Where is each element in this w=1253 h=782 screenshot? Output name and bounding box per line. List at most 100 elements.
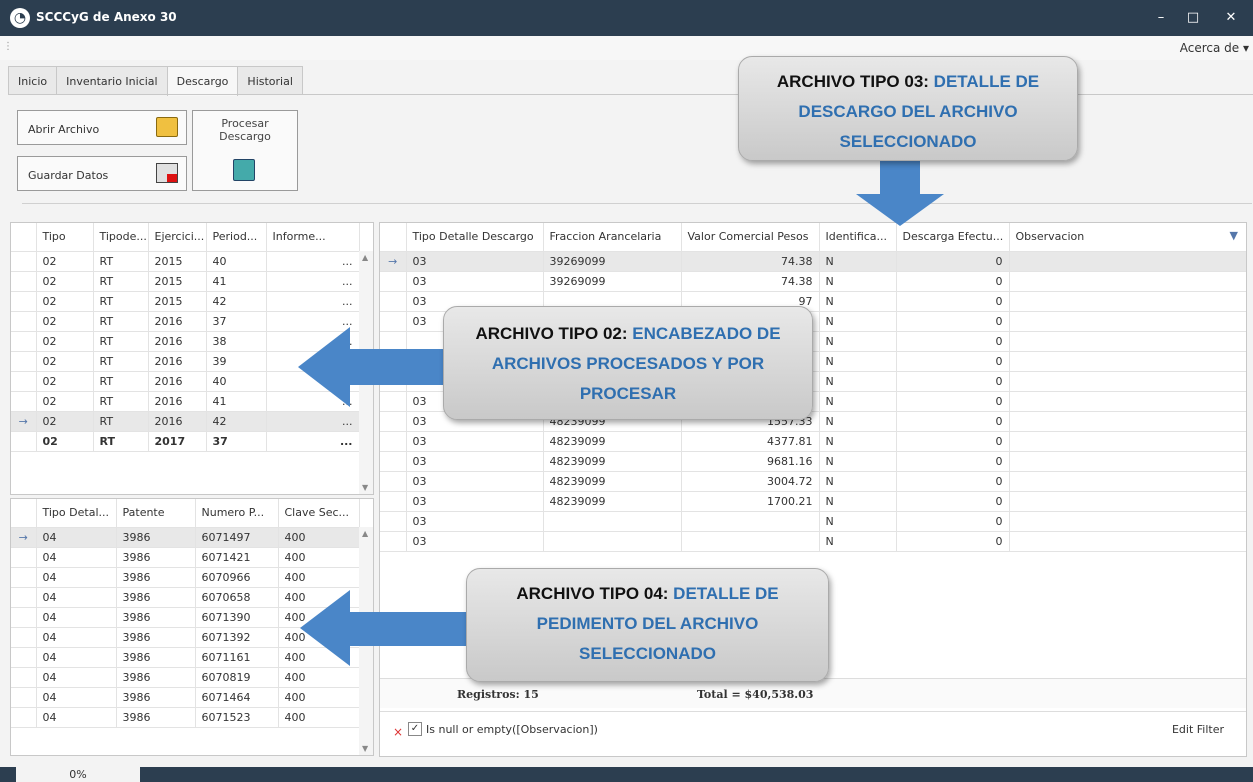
discharge-cell[interactable]	[1009, 291, 1246, 312]
discharge-cell[interactable]	[1009, 491, 1246, 512]
pedimento-cell[interactable]: 6071497	[195, 527, 279, 548]
pedimento-cell[interactable]: 04	[36, 527, 117, 548]
pedimento-cell[interactable]: 400	[278, 547, 360, 568]
filter-icon[interactable]: ▼	[1230, 229, 1238, 242]
discharge-cell[interactable]	[1009, 371, 1246, 392]
discharge-cell[interactable]: 03	[406, 451, 544, 472]
discharge-cell[interactable]: 0	[896, 331, 1010, 352]
header-files-cell[interactable]: RT	[93, 311, 149, 332]
discharge-cell[interactable]: N	[819, 511, 897, 532]
pedimento-cell[interactable]: 400	[278, 527, 360, 548]
clear-filter-icon[interactable]: ×	[393, 725, 403, 739]
header-files-column-header[interactable]: Tipode...	[93, 223, 149, 252]
header-files-cell[interactable]: 02	[36, 391, 94, 412]
table-row[interactable]: 03 48239099 4377.81 N 0	[380, 431, 1246, 452]
maximize-button[interactable]: □	[1180, 8, 1206, 28]
table-row[interactable]: 04 3986 6070966 400	[11, 567, 360, 588]
pedimento-cell[interactable]: 400	[278, 707, 360, 728]
header-files-column-header[interactable]: Informe...	[266, 223, 360, 252]
header-files-cell[interactable]: 2015	[148, 251, 207, 272]
discharge-cell[interactable]: 39269099	[543, 271, 682, 292]
header-files-cell[interactable]: RT	[93, 251, 149, 272]
discharge-cell[interactable]	[1009, 331, 1246, 352]
discharge-cell[interactable]: 48239099	[543, 491, 682, 512]
header-files-column-header[interactable]: Tipo	[36, 223, 94, 252]
header-files-cell[interactable]: 2016	[148, 331, 207, 352]
table-row[interactable]: 03 48239099 9681.16 N 0	[380, 451, 1246, 472]
discharge-column-header[interactable]: Valor Comercial Pesos	[681, 223, 820, 252]
header-files-cell[interactable]: RT	[93, 411, 149, 432]
discharge-cell[interactable]	[1009, 511, 1246, 532]
discharge-cell[interactable]: 3004.72	[681, 471, 820, 492]
header-files-cell[interactable]: 2016	[148, 391, 207, 412]
discharge-cell[interactable]: N	[819, 531, 897, 552]
pedimento-cell[interactable]: 04	[36, 567, 117, 588]
header-files-cell[interactable]: 37	[206, 311, 267, 332]
pedimento-cell[interactable]: 6070966	[195, 567, 279, 588]
close-button[interactable]: ✕	[1218, 8, 1244, 28]
discharge-cell[interactable]: N	[819, 411, 897, 432]
discharge-cell[interactable]: 0	[896, 391, 1010, 412]
discharge-cell[interactable]: N	[819, 291, 897, 312]
discharge-cell[interactable]: 0	[896, 471, 1010, 492]
header-files-cell[interactable]: RT	[93, 431, 149, 452]
header-files-cell[interactable]: 02	[36, 271, 94, 292]
pedimento-cell[interactable]: 400	[278, 667, 360, 688]
discharge-cell[interactable]: 0	[896, 491, 1010, 512]
header-files-cell[interactable]: 2016	[148, 411, 207, 432]
discharge-cell[interactable]: N	[819, 431, 897, 452]
discharge-cell[interactable]: N	[819, 491, 897, 512]
discharge-cell[interactable]	[1009, 311, 1246, 332]
discharge-cell[interactable]	[1009, 431, 1246, 452]
pedimento-cell[interactable]: 04	[36, 547, 117, 568]
discharge-column-header[interactable]: Observacion	[1009, 223, 1246, 252]
table-row[interactable]: 03 N 0	[380, 511, 1246, 532]
pedimento-cell[interactable]: 04	[36, 707, 117, 728]
header-files-cell[interactable]: RT	[93, 351, 149, 372]
table-row[interactable]: 04 3986 6070819 400	[11, 667, 360, 688]
tab-inicio[interactable]: Inicio	[8, 66, 58, 95]
discharge-cell[interactable]: 48239099	[543, 431, 682, 452]
header-files-column-header[interactable]: Period...	[206, 223, 267, 252]
discharge-cell[interactable]: 0	[896, 451, 1010, 472]
discharge-cell[interactable]: 03	[406, 511, 544, 532]
pedimento-cell[interactable]: 3986	[116, 587, 196, 608]
discharge-cell[interactable]: N	[819, 351, 897, 372]
header-files-cell[interactable]: 2015	[148, 271, 207, 292]
header-files-cell[interactable]: RT	[93, 371, 149, 392]
header-files-cell[interactable]: RT	[93, 391, 149, 412]
discharge-cell[interactable]: 03	[406, 491, 544, 512]
pedimento-cell[interactable]: 400	[278, 567, 360, 588]
table-row[interactable]: → 02 RT 2016 42...	[11, 411, 360, 432]
header-files-column-header[interactable]: Ejercici...	[148, 223, 207, 252]
discharge-cell[interactable]: 0	[896, 291, 1010, 312]
header-files-cell[interactable]: 39	[206, 351, 267, 372]
discharge-cell[interactable]: 03	[406, 271, 544, 292]
scroll-down-icon[interactable]: ▼	[362, 483, 368, 492]
discharge-cell[interactable]	[681, 511, 820, 532]
header-files-cell[interactable]: RT	[93, 271, 149, 292]
table-row[interactable]: 02 RT 2015 42...	[11, 291, 360, 312]
filter-checkbox[interactable]: ✓	[408, 722, 422, 736]
edit-filter-button[interactable]: Edit Filter	[1172, 723, 1224, 736]
pedimento-cell[interactable]: 04	[36, 587, 117, 608]
discharge-column-header[interactable]: Tipo Detalle Descargo	[406, 223, 544, 252]
header-files-cell[interactable]: 40	[206, 251, 267, 272]
pedimento-cell[interactable]: 6071392	[195, 627, 279, 648]
minimize-button[interactable]: –	[1148, 8, 1174, 28]
discharge-cell[interactable]: 74.38	[681, 251, 820, 272]
discharge-cell[interactable]: N	[819, 371, 897, 392]
discharge-cell[interactable]: 0	[896, 351, 1010, 372]
pedimento-column-header[interactable]: Numero P...	[195, 499, 279, 528]
discharge-cell[interactable]: N	[819, 471, 897, 492]
table-row[interactable]: 03 48239099 3004.72 N 0	[380, 471, 1246, 492]
pedimento-cell[interactable]: 400	[278, 687, 360, 708]
save-data-button[interactable]: Guardar Datos	[17, 156, 187, 191]
discharge-cell[interactable]	[1009, 271, 1246, 292]
discharge-cell[interactable]	[1009, 391, 1246, 412]
discharge-cell[interactable]: 4377.81	[681, 431, 820, 452]
pedimento-cell[interactable]: 6070658	[195, 587, 279, 608]
discharge-cell[interactable]: 0	[896, 251, 1010, 272]
discharge-cell[interactable]: 74.38	[681, 271, 820, 292]
pedimento-cell[interactable]: 3986	[116, 567, 196, 588]
